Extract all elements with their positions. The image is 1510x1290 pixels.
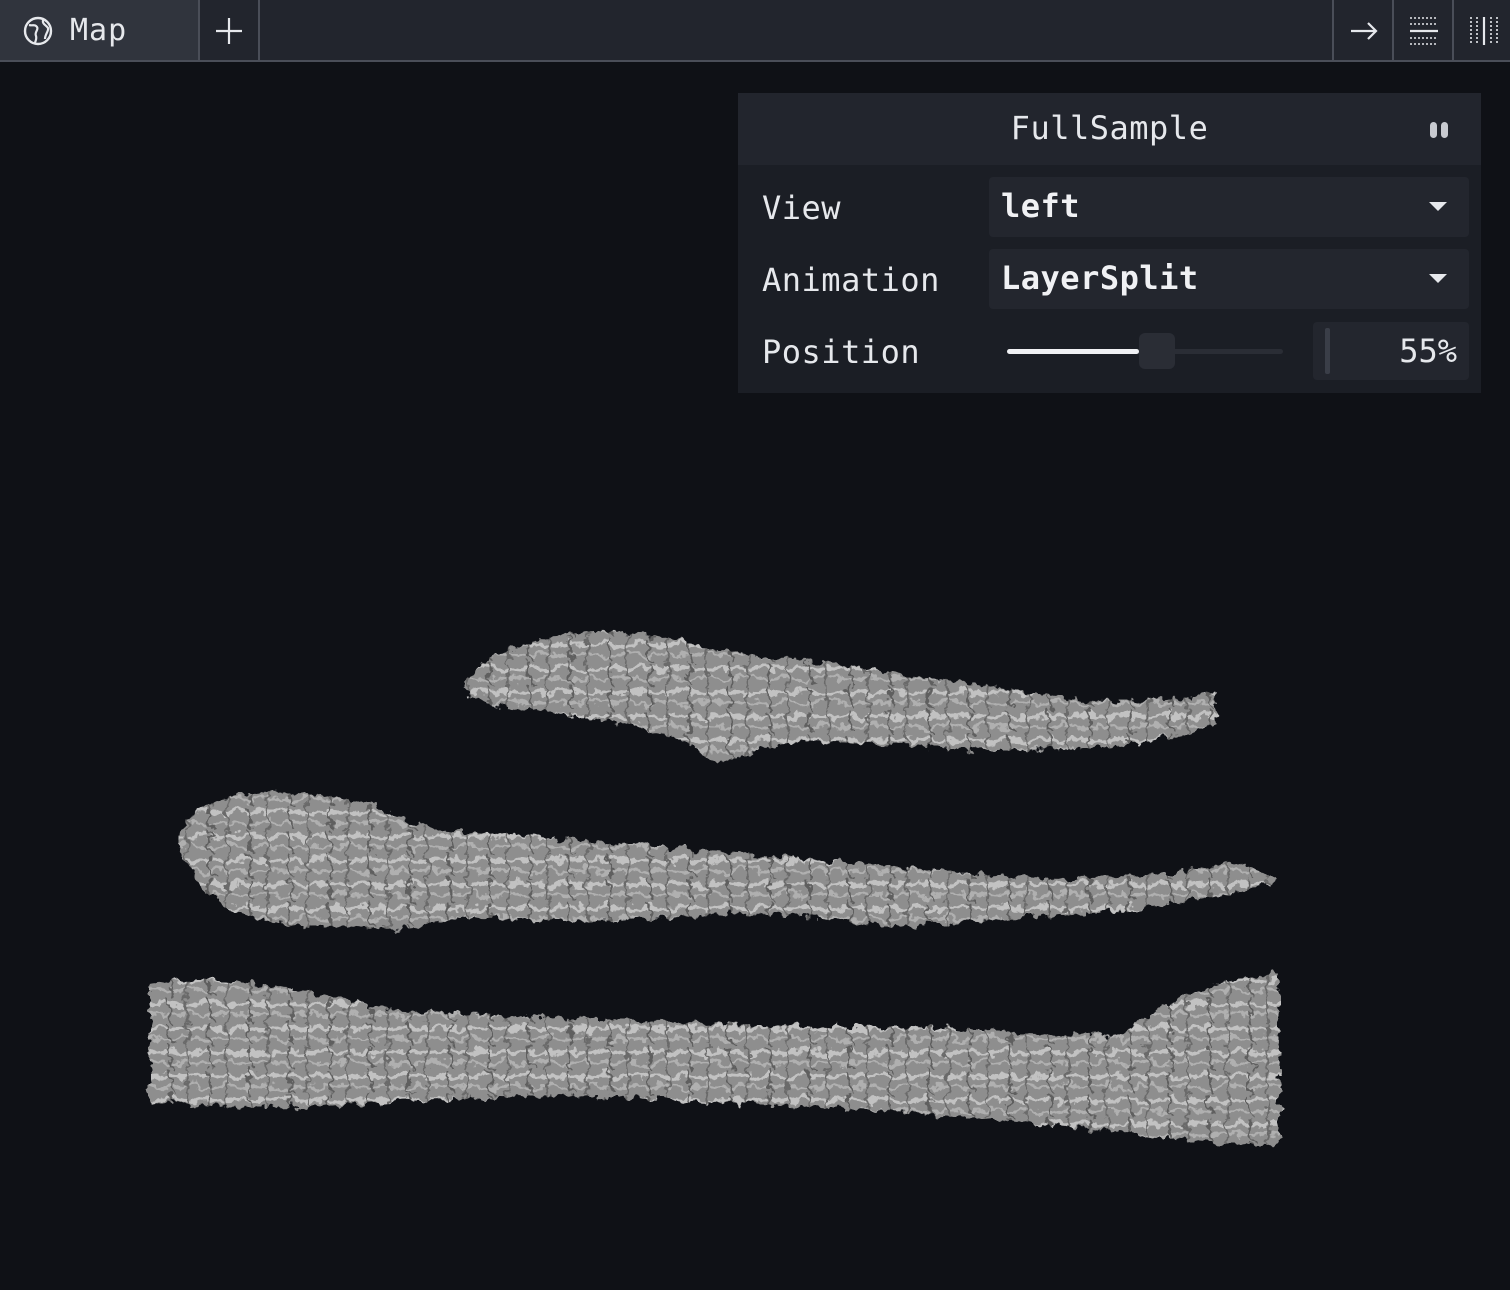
position-slider-fill xyxy=(1007,349,1139,354)
view-select-value: left xyxy=(1001,187,1081,225)
view-select[interactable]: left xyxy=(989,177,1469,237)
split-horizontal-icon xyxy=(1410,17,1438,45)
add-tab-button[interactable] xyxy=(200,0,260,60)
split-vertical-icon xyxy=(1470,17,1498,45)
animation-select[interactable]: LayerSplit xyxy=(989,249,1469,309)
position-value: 55% xyxy=(1399,332,1457,370)
settings-panel: FullSample View left Animation LayerSpli… xyxy=(738,93,1481,393)
panel-title: FullSample xyxy=(1010,109,1209,147)
globe-icon xyxy=(23,16,53,46)
mesh-layer-middle xyxy=(180,791,1278,930)
tab-map-label: Map xyxy=(70,13,128,48)
split-horizontal-button[interactable] xyxy=(1392,0,1452,60)
animation-select-value: LayerSplit xyxy=(1001,259,1199,297)
position-label: Position xyxy=(762,333,921,371)
view-label: View xyxy=(762,189,842,227)
chevron-down-icon xyxy=(1429,202,1447,211)
collapse-panel-icon[interactable] xyxy=(1428,120,1450,140)
collapse-button[interactable] xyxy=(1332,0,1392,60)
mesh-layer-bottom xyxy=(150,974,1279,1145)
position-number-input[interactable]: 55% xyxy=(1313,322,1469,380)
panel-header: FullSample xyxy=(738,93,1481,165)
tab-map[interactable]: Map xyxy=(0,0,200,60)
position-slider-thumb[interactable] xyxy=(1139,333,1175,369)
plus-icon xyxy=(216,18,242,44)
split-vertical-button[interactable] xyxy=(1452,0,1510,60)
animation-label: Animation xyxy=(762,261,940,299)
chevron-down-icon xyxy=(1429,274,1447,283)
mesh-layer-top xyxy=(462,631,1217,762)
tab-bar: Map xyxy=(0,0,1510,62)
drag-handle[interactable] xyxy=(1325,328,1330,374)
arrow-right-icon xyxy=(1351,22,1378,40)
